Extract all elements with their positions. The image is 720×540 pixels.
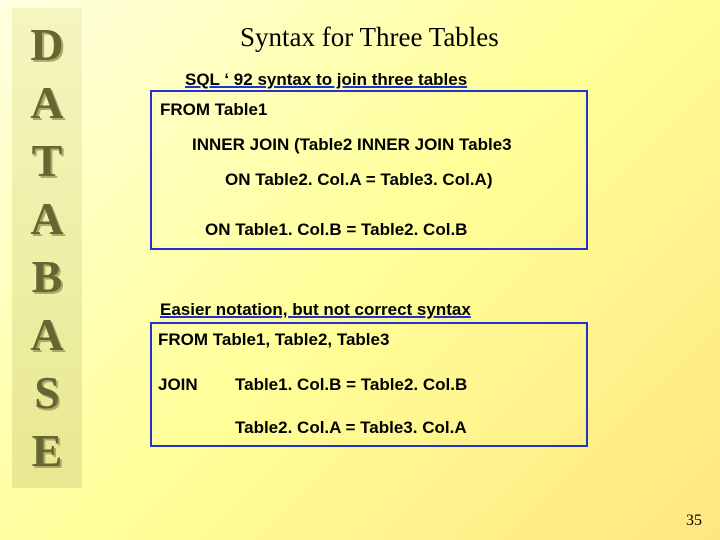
sidebar-letter: S xyxy=(34,370,60,416)
section2-line2-cond: Table1. Col.B = Table2. Col.B xyxy=(235,375,467,395)
section1-line4: ON Table1. Col.B = Table2. Col.B xyxy=(205,220,467,240)
sidebar-letter: B xyxy=(32,254,63,300)
sidebar-letter: D xyxy=(30,22,63,68)
section1-line1: FROM Table1 xyxy=(160,100,267,120)
sidebar-letter: T xyxy=(32,138,63,184)
section1-heading: SQL ‘ 92 syntax to join three tables xyxy=(185,70,467,90)
sidebar-letter: A xyxy=(30,312,63,358)
section2-line3: Table2. Col.A = Table3. Col.A xyxy=(235,418,467,438)
section2-heading: Easier notation, but not correct syntax xyxy=(160,300,471,320)
sidebar-database-letters: D A T A B A S E xyxy=(12,8,82,488)
page-number: 35 xyxy=(686,512,702,530)
section2-line2-join: JOIN xyxy=(158,375,198,395)
section1-line3: ON Table2. Col.A = Table3. Col.A) xyxy=(225,170,492,190)
slide-title: Syntax for Three Tables xyxy=(240,22,499,53)
section1-line2: INNER JOIN (Table2 INNER JOIN Table3 xyxy=(192,135,512,155)
sidebar-letter: A xyxy=(30,196,63,242)
sidebar-letter: A xyxy=(30,80,63,126)
section2-line1: FROM Table1, Table2, Table3 xyxy=(158,330,389,350)
sidebar-letter: E xyxy=(32,428,63,474)
